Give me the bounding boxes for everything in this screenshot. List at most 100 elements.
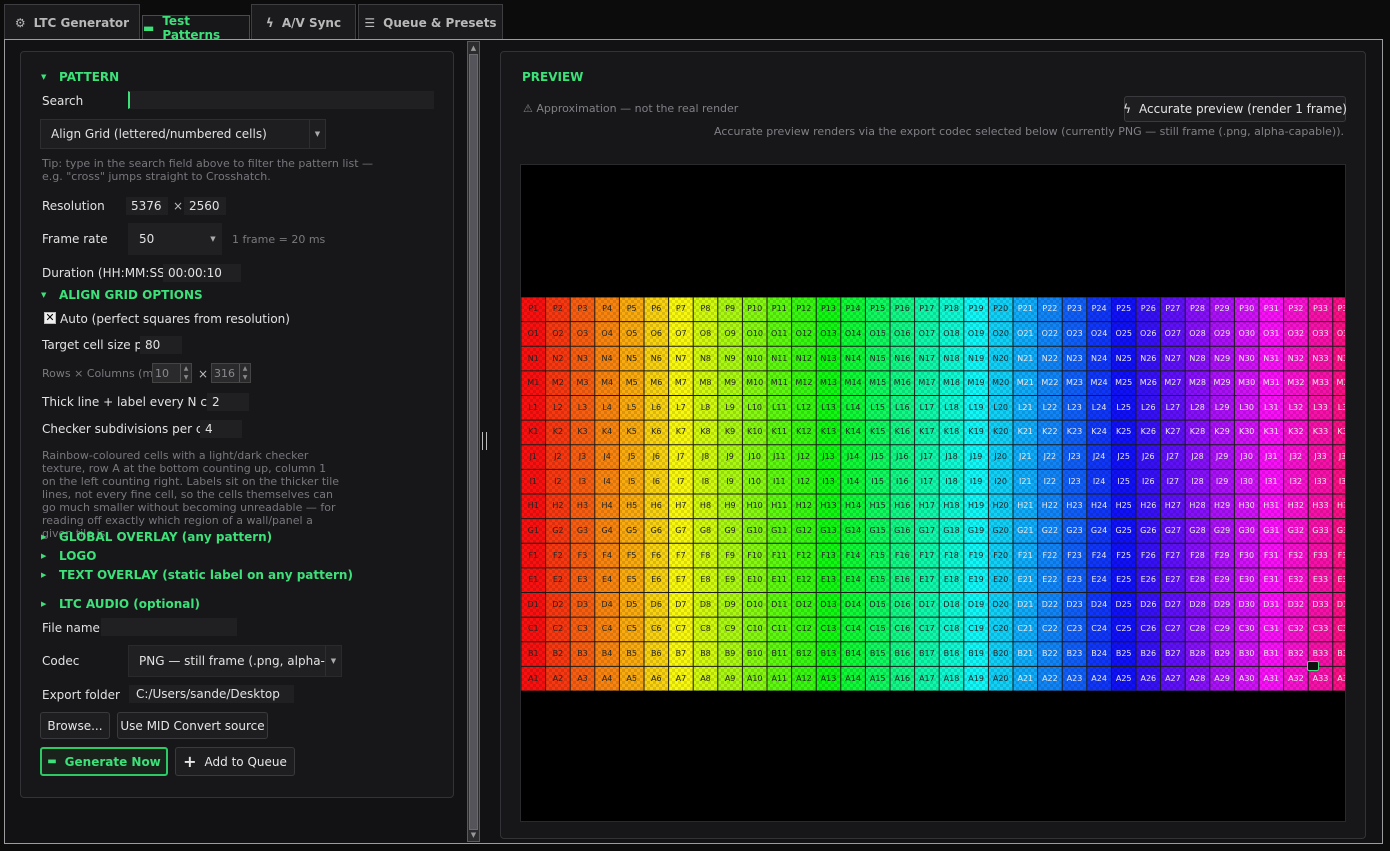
grid-cell-label: O18: [943, 328, 960, 338]
scroll-up-icon[interactable]: ▲: [468, 43, 479, 53]
grid-cell-label: M23: [1065, 378, 1084, 388]
section-align-grid-options[interactable]: ▼ ALIGN GRID OPTIONS: [41, 288, 203, 302]
grid-cell-label: H16: [894, 501, 911, 511]
tab-ltc-generator[interactable]: ⚙ LTC Generator: [4, 4, 140, 40]
grid-cell-label: N18: [943, 353, 960, 363]
resolution-width-input[interactable]: 5376: [126, 197, 168, 215]
settings-scrollbar[interactable]: ▲ ▼: [467, 41, 480, 842]
grid-cell-label: O23: [1066, 328, 1083, 338]
grid-cell-label: E28: [1189, 575, 1206, 585]
scroll-down-icon[interactable]: ▼: [468, 830, 479, 840]
spin-arrows-icon[interactable]: ▲ ▼: [239, 364, 250, 382]
grid-cell-label: C18: [943, 624, 960, 634]
grid-cell-label: G29: [1213, 525, 1231, 535]
pattern-select[interactable]: Align Grid (lettered/numbered cells) ▼: [40, 119, 326, 149]
grid-cell-label: J25: [1117, 452, 1130, 462]
target-cell-input[interactable]: 80: [140, 336, 182, 354]
grid-cell-label: M9: [724, 378, 737, 388]
grid-cell-label: F21: [1017, 550, 1033, 560]
resolution-label: Resolution: [42, 199, 105, 213]
grid-cell-label: M29: [1213, 378, 1231, 388]
browse-button[interactable]: Browse...: [40, 712, 110, 739]
grid-cell-label: M6: [650, 378, 663, 388]
tab-test-patterns[interactable]: ▬ Test Patterns: [142, 14, 250, 42]
splitter-handle[interactable]: [482, 432, 487, 450]
app-window: ⚙ LTC Generator ▬ Test Patterns ϟ A/V Sy…: [0, 0, 1390, 851]
grid-cell-label: A9: [724, 673, 736, 683]
grid-cell-label: M25: [1115, 378, 1133, 388]
grid-cell-label: M31: [1262, 378, 1280, 388]
scrollbar-thumb[interactable]: [469, 54, 478, 830]
grid-cell-label: N15: [869, 353, 886, 363]
checker-subdivisions-label: Checker subdivisions per cell: [42, 422, 217, 436]
grid-cell-label: P17: [919, 304, 935, 314]
grid-cell-label: P23: [1066, 304, 1082, 314]
tab-bar: ⚙ LTC Generator ▬ Test Patterns ϟ A/V Sy…: [0, 0, 1390, 42]
columns-spinbox[interactable]: 316 ▲ ▼: [211, 363, 251, 383]
grid-cell-label: B15: [869, 649, 886, 659]
grid-cell-label: B27: [1165, 649, 1181, 659]
section-ltc-audio[interactable]: ▶ LTC AUDIO (optional): [41, 597, 200, 611]
grid-cell-label: P14: [845, 304, 861, 314]
grid-cell-label: P18: [943, 304, 959, 314]
spin-arrows-icon[interactable]: ▲ ▼: [180, 364, 191, 382]
codec-select[interactable]: PNG — still frame (.png, alpha-cap ▼: [128, 645, 342, 677]
grid-cell-label: A30: [1238, 673, 1255, 683]
grid-cell-label: G7: [675, 525, 687, 535]
grid-cell-label: M3: [576, 378, 589, 388]
grid-cell-label: A11: [771, 673, 788, 683]
grid-cell-label: F3: [577, 550, 588, 560]
grid-cell-label: L13: [821, 402, 836, 412]
search-input[interactable]: [128, 91, 434, 109]
grid-cell-label: O10: [746, 328, 763, 338]
grid-cell-label: C8: [700, 624, 711, 634]
grid-cell-label: C28: [1189, 624, 1206, 634]
grid-cell-label: F27: [1165, 550, 1181, 560]
checker-subdivisions-input[interactable]: 4: [200, 420, 242, 438]
use-mid-convert-source-button[interactable]: Use MID Convert source: [117, 712, 268, 739]
rows-spinbox[interactable]: 10 ▲ ▼: [152, 363, 192, 383]
preview-canvas: P1 P2 P3 P4 P5 P6 P7 P8 P9 P10 P11 P12 P13 P14 P15 P16 P…: [520, 164, 1346, 822]
grid-cell-label: H20: [992, 501, 1009, 511]
grid-cell-label: D21: [1017, 599, 1034, 609]
export-folder-input[interactable]: C:/Users/sande/Desktop: [129, 685, 294, 703]
tab-queue-presets[interactable]: ☰ Queue & Presets: [358, 4, 503, 40]
grid-cell-label: J14: [846, 452, 860, 462]
grid-cell-label: O1: [527, 328, 539, 338]
grid-cell-label: M5: [625, 378, 638, 388]
grid-cell-label: K13: [820, 427, 837, 437]
section-logo[interactable]: ▶ LOGO: [41, 549, 96, 563]
grid-cell-label: C22: [1042, 624, 1058, 634]
auto-checkbox[interactable]: ✕: [44, 312, 56, 324]
framerate-select[interactable]: 50 ▼: [128, 223, 222, 255]
section-pattern[interactable]: ▼ PATTERN: [41, 70, 119, 84]
grid-cell-label: A29: [1214, 673, 1230, 683]
section-text-overlay[interactable]: ▶ TEXT OVERLAY (static label on any patt…: [41, 568, 353, 582]
grid-cell-label: E10: [747, 575, 763, 585]
grid-cell-label: H30: [1238, 501, 1255, 511]
grid-cell-label: P7: [675, 304, 686, 314]
grid-cell-label: D27: [1164, 599, 1182, 609]
section-global-overlay[interactable]: ▶ GLOBAL OVERLAY (any pattern): [41, 530, 272, 544]
grid-cell-label: N26: [1140, 353, 1157, 363]
grid-cell-label: F2: [553, 550, 563, 560]
grid-cell-label: J9: [726, 452, 734, 462]
grid-cell-label: P31: [1263, 304, 1279, 314]
thick-line-input[interactable]: 2: [207, 393, 249, 411]
add-to-queue-button[interactable]: + Add to Queue: [175, 747, 295, 776]
duration-input[interactable]: 00:00:10: [163, 264, 241, 282]
grid-cell-label: F33: [1313, 550, 1328, 560]
grid-cell-label: I30: [1240, 476, 1253, 486]
grid-cell-label: E22: [1042, 575, 1058, 585]
grid-cell-label: O22: [1041, 328, 1059, 338]
grid-cell-label: P21: [1017, 304, 1033, 314]
grid-cell-label: F25: [1116, 550, 1132, 560]
grid-cell-label: N3: [576, 353, 589, 363]
grid-cell-label: D2: [552, 599, 564, 609]
filename-input[interactable]: [101, 618, 237, 636]
chevron-down-icon: ▼: [309, 120, 325, 148]
resolution-height-input[interactable]: 2560: [184, 197, 226, 215]
tab-av-sync[interactable]: ϟ A/V Sync: [251, 4, 356, 40]
generate-now-button[interactable]: ▬ Generate Now: [40, 747, 168, 776]
accurate-preview-button[interactable]: ϟ Accurate preview (render 1 frame): [1123, 96, 1347, 122]
